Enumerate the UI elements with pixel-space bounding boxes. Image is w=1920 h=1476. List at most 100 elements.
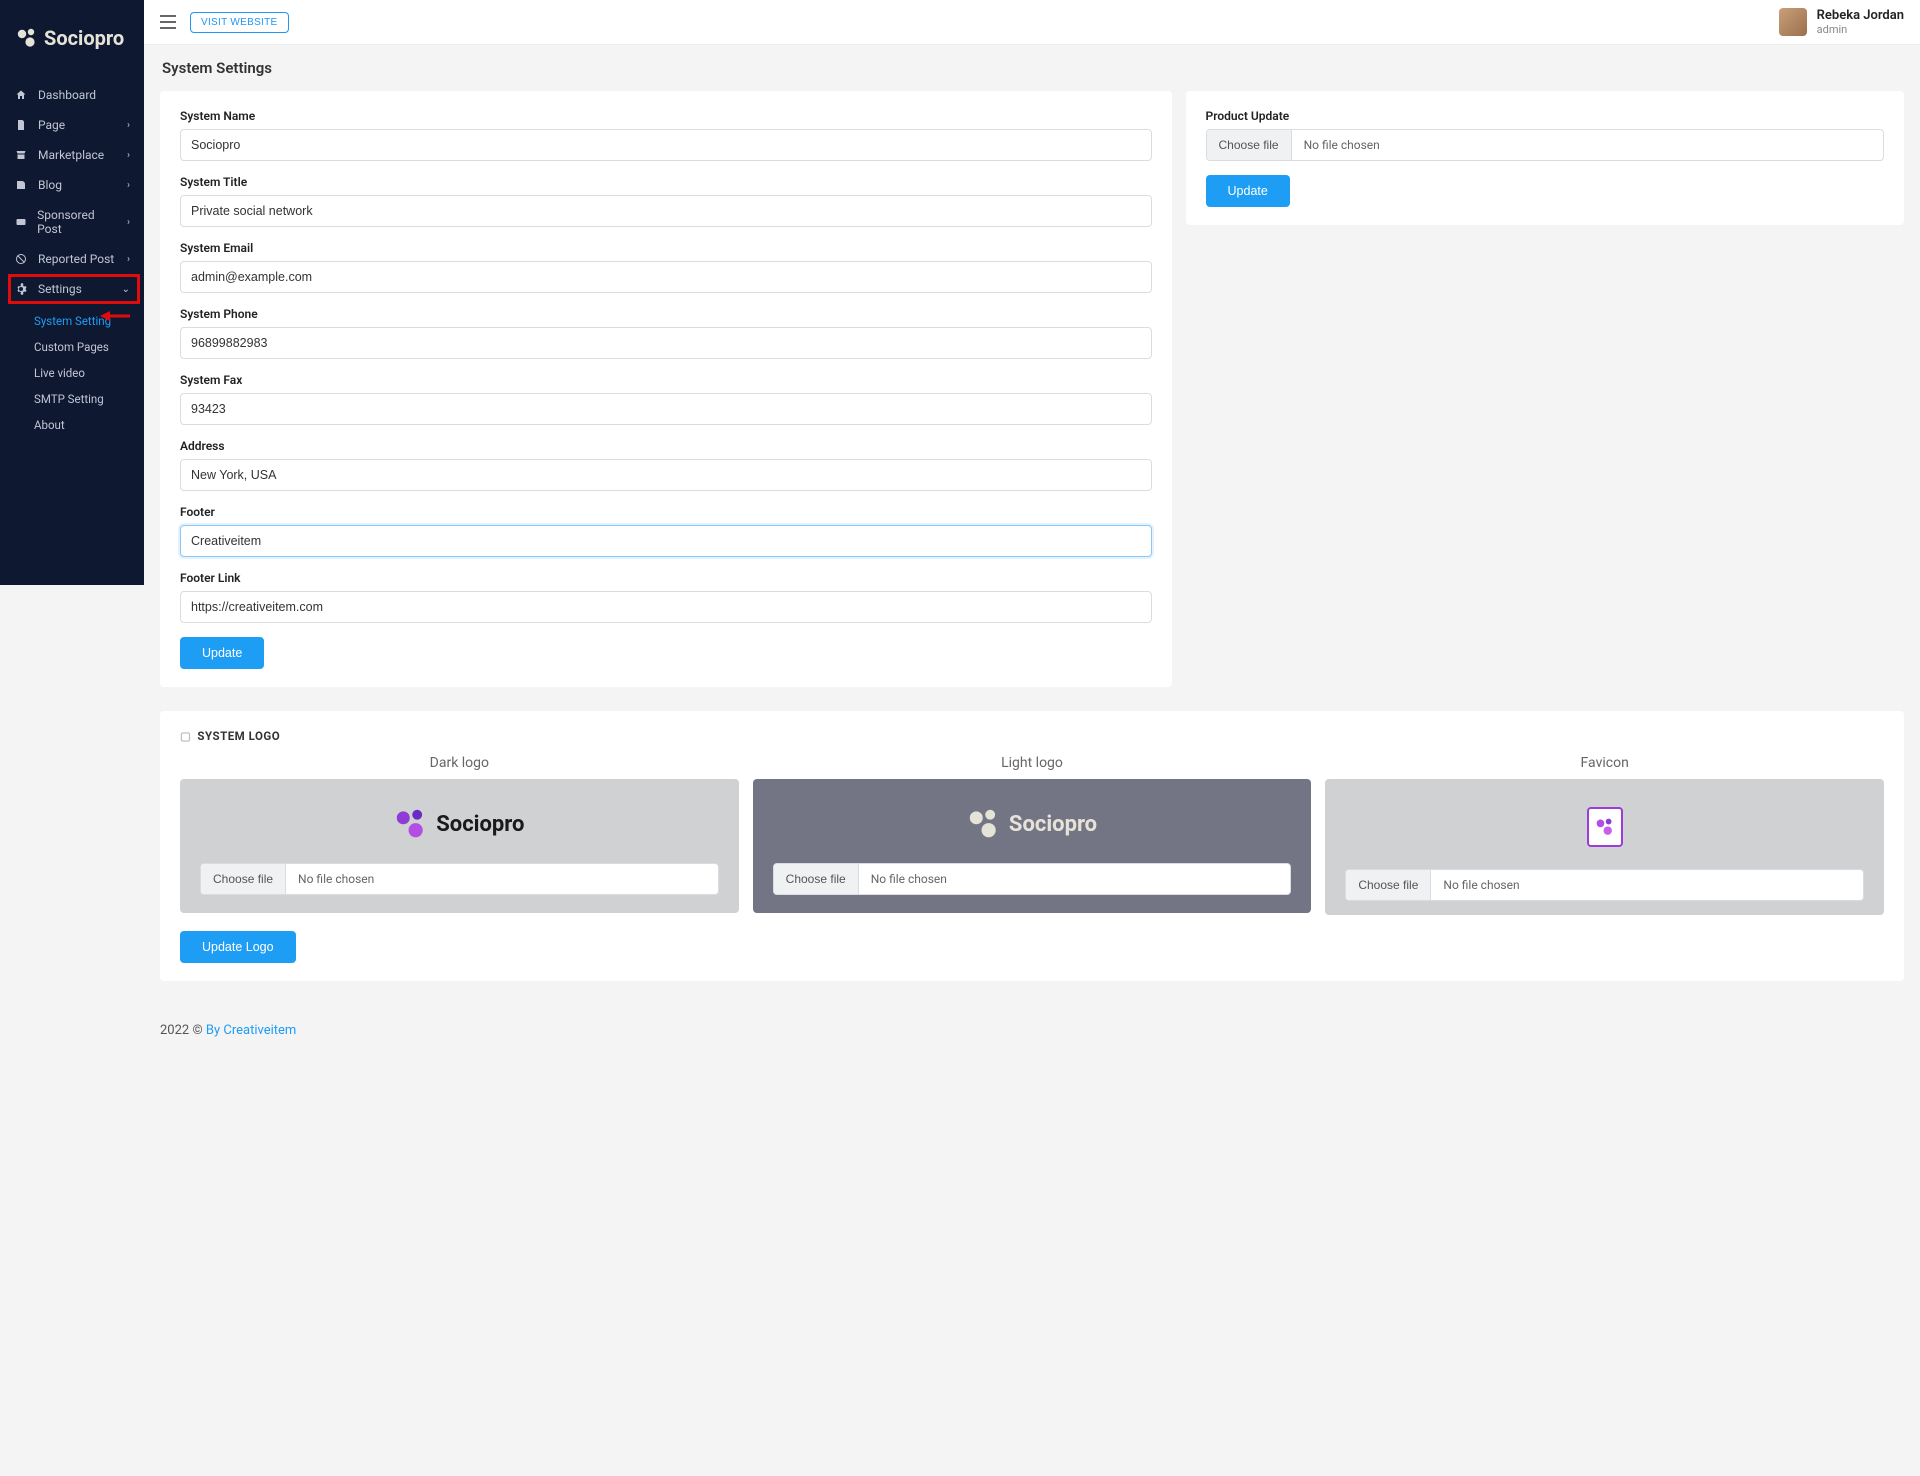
subnav-label: About <box>34 418 65 432</box>
favicon-file-input[interactable]: Choose file No file chosen <box>1345 869 1864 901</box>
avatar <box>1779 8 1807 36</box>
ban-icon <box>14 253 28 265</box>
update-logo-button[interactable]: Update Logo <box>180 931 296 963</box>
nav-label: Page <box>38 118 65 132</box>
file-status-text: No file chosen <box>859 864 1291 894</box>
user-name: Rebeka Jordan <box>1817 8 1904 23</box>
subnav-custom-pages[interactable]: Custom Pages <box>34 334 144 360</box>
system-email-input[interactable] <box>180 261 1152 293</box>
sidebar-item-page[interactable]: Page › <box>0 110 144 140</box>
subnav-label: Live video <box>34 366 85 380</box>
settings-submenu: System Setting Custom Pages Live video S… <box>0 304 144 442</box>
favicon-preview: Choose file No file chosen <box>1325 779 1884 915</box>
arrow-annotation-icon <box>100 310 130 322</box>
subnav-system-setting[interactable]: System Setting <box>34 308 144 334</box>
choose-file-button[interactable]: Choose file <box>201 864 286 894</box>
footer-link-label: Footer Link <box>180 571 1152 585</box>
footer-label: Footer <box>180 505 1152 519</box>
sidebar-item-reported-post[interactable]: Reported Post › <box>0 244 144 274</box>
logo-mark-icon <box>394 807 428 841</box>
subnav-live-video[interactable]: Live video <box>34 360 144 386</box>
nav-label: Dashboard <box>38 88 96 102</box>
footer-year: 2022 © <box>160 1023 203 1038</box>
logo-mark-icon <box>1595 817 1615 837</box>
chevron-down-icon: ⌄ <box>122 284 130 295</box>
file-status-text: No file chosen <box>286 864 718 894</box>
brand[interactable]: Sociopro <box>0 0 144 76</box>
choose-file-button[interactable]: Choose file <box>774 864 859 894</box>
light-logo-preview: Sociopro Choose file No file chosen <box>753 779 1312 913</box>
chevron-right-icon: › <box>127 180 130 191</box>
footer-link-input[interactable] <box>180 591 1152 623</box>
system-fax-input[interactable] <box>180 393 1152 425</box>
choose-file-button[interactable]: Choose file <box>1207 130 1292 160</box>
user-block[interactable]: Rebeka Jordan admin <box>1779 8 1904 36</box>
file-status-text: No file chosen <box>1292 130 1883 160</box>
system-name-label: System Name <box>180 109 1152 123</box>
light-logo-file-input[interactable]: Choose file No file chosen <box>773 863 1292 895</box>
visit-website-button[interactable]: VISIT WEBSITE <box>190 12 289 33</box>
nav: Dashboard Page › Marketplace › <box>0 76 144 446</box>
ad-icon <box>14 216 27 228</box>
chevron-right-icon: › <box>127 217 130 228</box>
home-icon <box>14 89 28 101</box>
nav-label: Blog <box>38 178 62 192</box>
system-title-input[interactable] <box>180 195 1152 227</box>
dark-logo-column: Dark logo Sociopro <box>180 755 739 915</box>
chevron-right-icon: › <box>127 150 130 161</box>
subnav-about[interactable]: About <box>34 412 144 438</box>
dark-logo-image: Sociopro <box>394 807 524 841</box>
nav-label: Sponsored Post <box>37 208 117 236</box>
settings-card: System Name System Title System Email Sy… <box>160 91 1172 687</box>
nav-label: Reported Post <box>38 252 114 266</box>
store-icon <box>14 149 28 161</box>
subnav-label: Custom Pages <box>34 340 109 354</box>
dark-logo-text: Sociopro <box>436 812 524 837</box>
sidebar-item-blog[interactable]: Blog › <box>0 170 144 200</box>
subnav-smtp-setting[interactable]: SMTP Setting <box>34 386 144 412</box>
address-input[interactable] <box>180 459 1152 491</box>
system-phone-input[interactable] <box>180 327 1152 359</box>
sidebar-item-settings[interactable]: Settings ⌄ <box>0 274 144 304</box>
system-logo-title: SYSTEM LOGO <box>197 729 280 743</box>
favicon-title: Favicon <box>1325 755 1884 771</box>
product-update-card: Product Update Choose file No file chose… <box>1186 91 1904 225</box>
product-update-button[interactable]: Update <box>1206 175 1290 207</box>
footer-input[interactable] <box>180 525 1152 557</box>
topbar: VISIT WEBSITE Rebeka Jordan admin <box>144 0 1920 45</box>
dark-logo-title: Dark logo <box>180 755 739 771</box>
footer-bar: 2022 © By Creativeitem <box>144 1005 1920 1056</box>
dark-logo-file-input[interactable]: Choose file No file chosen <box>200 863 719 895</box>
favicon-column: Favicon Choose f <box>1325 755 1884 915</box>
hamburger-icon[interactable] <box>160 15 176 29</box>
update-button[interactable]: Update <box>180 637 264 669</box>
system-phone-label: System Phone <box>180 307 1152 321</box>
system-name-input[interactable] <box>180 129 1152 161</box>
light-logo-column: Light logo Sociopro <box>753 755 1312 915</box>
sidebar-item-dashboard[interactable]: Dashboard <box>0 80 144 110</box>
choose-file-button[interactable]: Choose file <box>1346 870 1431 900</box>
product-update-file-input[interactable]: Choose file No file chosen <box>1206 129 1884 161</box>
system-logo-card: ▢ SYSTEM LOGO Dark logo <box>160 711 1904 981</box>
favicon-image <box>1587 807 1623 847</box>
sidebar-item-sponsored-post[interactable]: Sponsored Post › <box>0 200 144 244</box>
system-fax-label: System Fax <box>180 373 1152 387</box>
system-title-label: System Title <box>180 175 1152 189</box>
footer-link[interactable]: By Creativeitem <box>206 1023 296 1038</box>
subnav-label: SMTP Setting <box>34 392 104 406</box>
sidebar: Sociopro Dashboard Page › Marketplac <box>0 0 144 585</box>
nav-label: Marketplace <box>38 148 104 162</box>
light-logo-text: Sociopro <box>1009 812 1097 837</box>
user-role: admin <box>1817 23 1904 36</box>
product-update-title: Product Update <box>1206 109 1884 123</box>
file-status-text: No file chosen <box>1431 870 1863 900</box>
brand-text: Sociopro <box>44 26 124 50</box>
sidebar-item-marketplace[interactable]: Marketplace › <box>0 140 144 170</box>
system-email-label: System Email <box>180 241 1152 255</box>
chevron-right-icon: › <box>127 254 130 265</box>
file-icon <box>14 119 28 131</box>
blog-icon <box>14 179 28 191</box>
page-title: System Settings <box>160 45 1904 91</box>
gear-icon <box>14 283 28 295</box>
light-logo-title: Light logo <box>753 755 1312 771</box>
